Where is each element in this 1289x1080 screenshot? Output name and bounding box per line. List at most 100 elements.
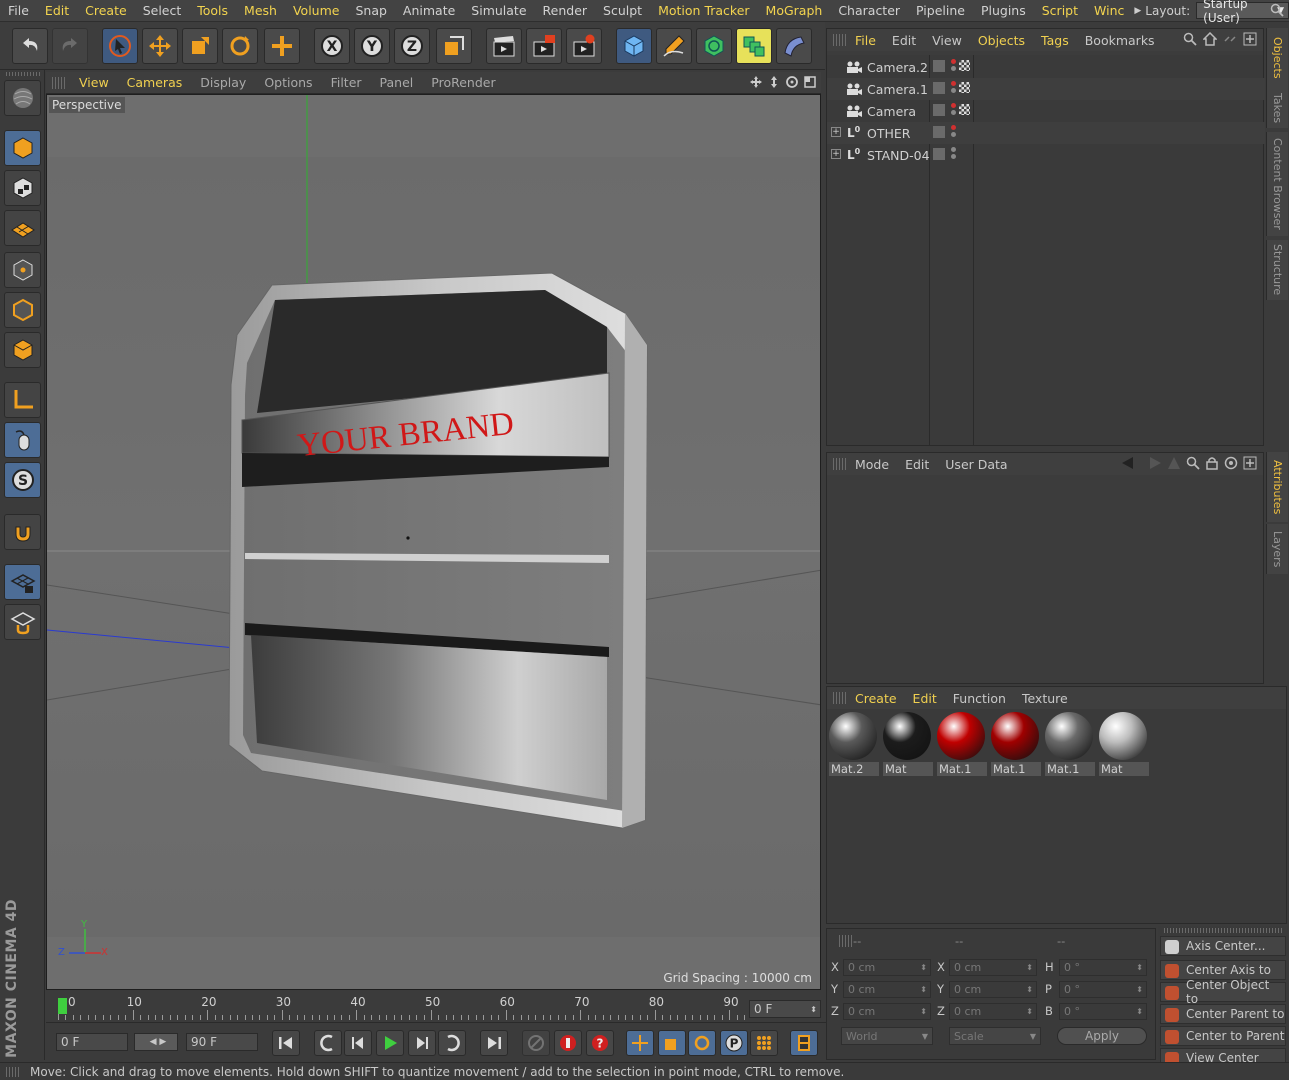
layer-icon[interactable] — [933, 60, 945, 72]
tweak-mode-button[interactable] — [4, 422, 41, 458]
object-row[interactable]: Camera.2 — [827, 56, 1265, 78]
end-frame-field[interactable]: 90 F — [186, 1033, 258, 1051]
object-row[interactable]: + L0 OTHER — [827, 122, 1265, 144]
menu-snap[interactable]: Snap — [347, 3, 394, 18]
undo-button[interactable] — [12, 28, 48, 64]
previous-frame-button[interactable] — [344, 1030, 372, 1056]
coord-value-field[interactable]: 0 cm ⬍ — [949, 1003, 1037, 1020]
scale-tool-button[interactable] — [182, 28, 218, 64]
link-icon[interactable] — [1223, 32, 1237, 46]
side-tab-content-browser[interactable]: Content Browser — [1266, 132, 1288, 236]
search-icon[interactable] — [1183, 32, 1197, 46]
new-window-icon[interactable] — [1243, 456, 1257, 470]
menu-script[interactable]: Script — [1034, 3, 1086, 18]
key-point-level-button[interactable] — [750, 1030, 778, 1056]
apply-button[interactable]: Apply — [1057, 1027, 1147, 1045]
viewport-menu-display[interactable]: Display — [191, 75, 255, 90]
camera-label[interactable]: Perspective — [49, 97, 125, 113]
render-to-picture-viewer-button[interactable] — [526, 28, 562, 64]
points-mode-button[interactable] — [4, 252, 41, 288]
visibility-dots-icon[interactable] — [951, 81, 957, 95]
key-parameter-button[interactable]: P — [720, 1030, 748, 1056]
menu-tools[interactable]: Tools — [189, 3, 236, 18]
menu-render[interactable]: Render — [535, 3, 596, 18]
menu-edit[interactable]: Edit — [37, 3, 77, 18]
autokeying-button[interactable]: ? — [586, 1030, 614, 1056]
forward-arrow-icon[interactable] — [1144, 456, 1162, 470]
coord-value-field[interactable]: 0 cm ⬍ — [843, 981, 931, 998]
coord-value-field[interactable]: 0 ° ⬍ — [1059, 1003, 1147, 1020]
rotate-tool-button[interactable] — [222, 28, 258, 64]
range-slider[interactable]: ◀ ▶ — [134, 1033, 178, 1051]
axis-command-axis-center[interactable]: Axis Center... — [1160, 936, 1286, 956]
layer-icon[interactable] — [933, 148, 945, 160]
next-key-button[interactable] — [438, 1030, 466, 1056]
menu-pipeline[interactable]: Pipeline — [908, 3, 973, 18]
enable-axis-button[interactable] — [4, 382, 41, 418]
menu-file[interactable]: File — [0, 3, 37, 18]
play-button[interactable] — [376, 1030, 404, 1056]
target-tag-icon[interactable] — [959, 60, 970, 71]
maximize-icon[interactable] — [803, 75, 817, 89]
object-row[interactable]: + L0 STAND-04 — [827, 144, 1265, 166]
solo-button[interactable]: S — [4, 462, 41, 498]
key-rotation-button[interactable] — [688, 1030, 716, 1056]
material-swatch[interactable]: Mat.1 — [937, 712, 987, 776]
expand-icon[interactable]: + — [831, 127, 841, 137]
make-editable-button[interactable] — [4, 80, 41, 116]
menu-sculpt[interactable]: Sculpt — [595, 3, 650, 18]
timeline-ruler[interactable]: 0 10 20 30 40 50 60 70 80 90 0 F ⬍ — [46, 990, 826, 1022]
up-arrow-icon[interactable] — [1167, 456, 1181, 470]
live-selection-button[interactable] — [102, 28, 138, 64]
polygons-mode-button[interactable] — [4, 332, 41, 368]
layer-icon[interactable] — [933, 126, 945, 138]
subdivision-surface-button[interactable] — [696, 28, 732, 64]
material-swatch[interactable]: Mat.1 — [1045, 712, 1095, 776]
layer-icon[interactable] — [933, 104, 945, 116]
objects-menu-bookmarks[interactable]: Bookmarks — [1077, 33, 1163, 48]
objects-menu-tags[interactable]: Tags — [1033, 33, 1077, 48]
axis-command-center-to-parent[interactable]: Center to Parent — [1160, 1026, 1286, 1046]
target-tag-icon[interactable] — [959, 82, 970, 93]
pen-spline-button[interactable] — [656, 28, 692, 64]
texture-mode-button[interactable] — [4, 170, 41, 206]
menu-simulate[interactable]: Simulate — [463, 3, 534, 18]
attributes-menu-edit[interactable]: Edit — [897, 457, 937, 472]
object-row[interactable]: Camera — [827, 100, 1265, 122]
go-to-start-button[interactable] — [272, 1030, 300, 1056]
world-dropdown[interactable]: World ▼ — [841, 1027, 933, 1045]
viewport-menu-view[interactable]: View — [70, 75, 118, 90]
recent-tool-button[interactable] — [264, 28, 300, 64]
visibility-dots-icon[interactable] — [951, 103, 957, 117]
workplane-mode-button[interactable] — [4, 210, 41, 246]
lock-icon[interactable] — [1205, 456, 1219, 470]
viewport-menu-prorender[interactable]: ProRender — [422, 75, 504, 90]
materials-menu-function[interactable]: Function — [945, 691, 1014, 706]
menu-animate[interactable]: Animate — [395, 3, 463, 18]
array-object-button[interactable] — [736, 28, 772, 64]
material-swatch[interactable]: Mat — [883, 712, 933, 776]
side-tab-objects[interactable]: Objects — [1266, 28, 1288, 88]
objects-menu-edit[interactable]: Edit — [884, 33, 924, 48]
attributes-menu-user-data[interactable]: User Data — [937, 457, 1015, 472]
side-tab-takes[interactable]: Takes — [1266, 88, 1288, 128]
visibility-dots-icon[interactable] — [951, 59, 957, 73]
current-frame-field[interactable]: 0 F ⬍ — [749, 1000, 821, 1018]
target-tag-icon[interactable] — [959, 104, 970, 115]
back-arrow-icon[interactable] — [1121, 456, 1139, 470]
3d-viewport[interactable]: YOUR BRAND Perspective Y X Z Grid Spacin… — [46, 94, 821, 990]
axis-command-center-axis-to[interactable]: Center Axis to — [1160, 960, 1286, 980]
target-icon[interactable] — [1224, 456, 1238, 470]
render-view-button[interactable] — [486, 28, 522, 64]
deformer-button[interactable] — [776, 28, 812, 64]
material-swatch[interactable]: Mat.1 — [991, 712, 1041, 776]
edges-mode-button[interactable] — [4, 292, 41, 328]
side-tab-layers[interactable]: Layers — [1266, 524, 1288, 574]
coord-value-field[interactable]: 0 ° ⬍ — [1059, 981, 1147, 998]
menu-create[interactable]: Create — [77, 3, 135, 18]
next-frame-button[interactable] — [408, 1030, 436, 1056]
coord-value-field[interactable]: 0 cm ⬍ — [843, 1003, 931, 1020]
z-axis-lock-button[interactable]: Z — [394, 28, 430, 64]
redo-button[interactable] — [52, 28, 88, 64]
previous-key-button[interactable] — [314, 1030, 342, 1056]
